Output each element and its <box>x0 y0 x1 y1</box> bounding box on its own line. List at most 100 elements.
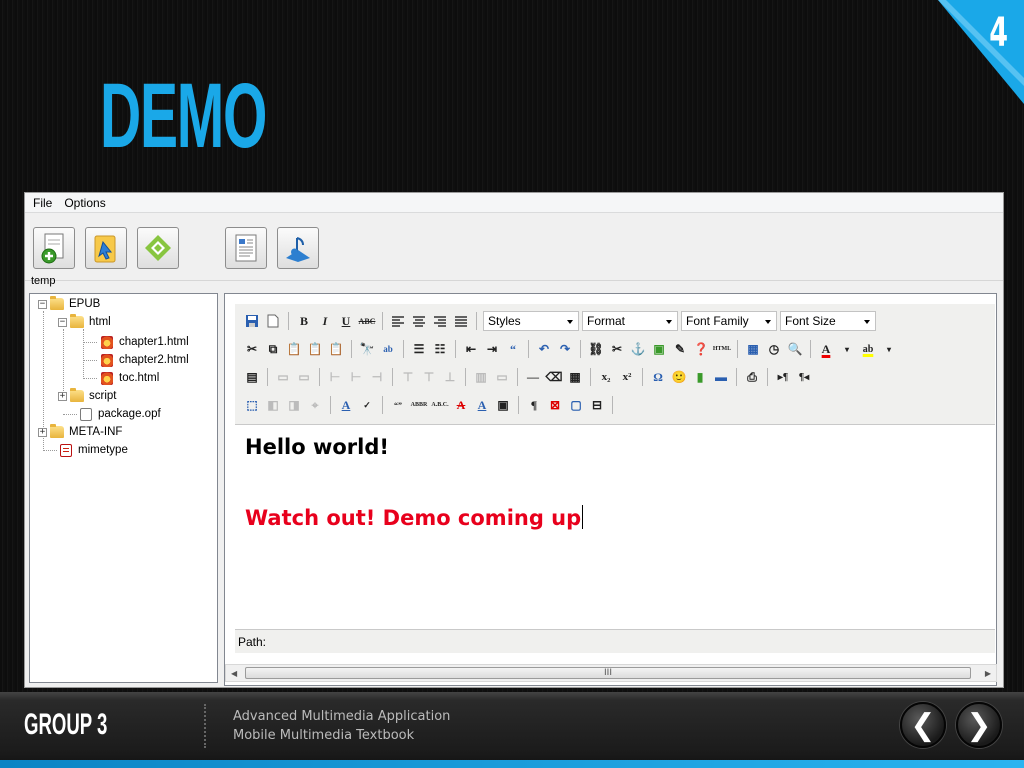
justify-icon[interactable] <box>452 312 470 330</box>
add-page-button[interactable] <box>33 227 75 269</box>
unlink-icon[interactable]: ✂ <box>608 340 626 358</box>
attributes-icon[interactable]: ▣ <box>494 396 512 414</box>
tree-node-chapter2[interactable]: chapter2.html <box>101 352 189 368</box>
template-icon[interactable]: ▢ <box>567 396 585 414</box>
text-caret <box>582 505 584 529</box>
paste-text-icon[interactable]: 📋 <box>306 340 324 358</box>
expand-icon[interactable]: + <box>38 427 47 437</box>
font-family-select[interactable]: Font Family <box>681 311 777 331</box>
superscript-icon[interactable]: x² <box>618 368 636 386</box>
insert-date-icon[interactable]: ▦ <box>744 340 762 358</box>
editor-content[interactable]: Hello world! Watch out! Demo coming up <box>235 424 995 629</box>
chevron-down-icon[interactable]: ▾ <box>838 340 856 358</box>
styles-select[interactable]: Styles <box>483 311 579 331</box>
outdent-icon[interactable]: ⇤ <box>462 340 480 358</box>
replace-icon[interactable]: ab <box>379 340 397 358</box>
spellcheck-icon[interactable]: ✓ <box>358 396 376 414</box>
special-char-icon[interactable]: Ω <box>649 368 667 386</box>
insertion-icon[interactable]: A <box>473 396 491 414</box>
cut-icon[interactable]: ✂ <box>243 340 261 358</box>
acronym-icon[interactable]: A.B.C. <box>431 396 449 414</box>
text-color-icon[interactable]: A <box>817 340 835 358</box>
course-name: Advanced Multimedia Application <box>233 709 451 724</box>
strikethrough-icon[interactable]: ABC <box>358 312 376 330</box>
link-icon[interactable]: ⛓ <box>587 340 605 358</box>
deletion-icon[interactable]: A <box>452 396 470 414</box>
font-size-select[interactable]: Font Size <box>780 311 876 331</box>
audio-button[interactable] <box>277 227 319 269</box>
preview-icon[interactable]: 🔍 <box>786 340 804 358</box>
show-blocks-icon[interactable]: ¶ <box>525 396 543 414</box>
tree-node-meta-inf[interactable]: + META-INF <box>38 424 122 440</box>
open-folder-button[interactable] <box>85 227 127 269</box>
next-slide-button[interactable]: ❯ <box>956 702 1002 748</box>
epub-button[interactable] <box>137 227 179 269</box>
prev-slide-button[interactable]: ❮ <box>900 702 946 748</box>
tree-node-epub[interactable]: − EPUB <box>38 296 100 312</box>
blockquote-icon[interactable]: “ <box>504 340 522 358</box>
page-break-icon[interactable]: ⊟ <box>588 396 606 414</box>
highlight-color-icon[interactable]: ab <box>859 340 877 358</box>
tree-node-chapter1[interactable]: chapter1.html <box>101 334 189 350</box>
tree-node-toc[interactable]: toc.html <box>101 370 159 386</box>
table-icon[interactable]: ▤ <box>243 368 261 386</box>
cleanup-icon[interactable]: ✎ <box>671 340 689 358</box>
cite-icon[interactable]: “” <box>389 396 407 414</box>
chevron-right-icon: ❯ <box>966 707 992 743</box>
non-breaking-icon[interactable]: ⊠ <box>546 396 564 414</box>
save-icon[interactable] <box>243 312 261 330</box>
media-icon[interactable]: ▮ <box>691 368 709 386</box>
paste-icon[interactable]: 📋 <box>285 340 303 358</box>
tree-node-mimetype[interactable]: mimetype <box>60 442 128 458</box>
insert-layer-icon[interactable]: ⬚ <box>243 396 261 414</box>
scroll-thumb[interactable]: III <box>245 667 971 679</box>
new-document-icon[interactable] <box>264 312 282 330</box>
help-icon[interactable]: ❓ <box>692 340 710 358</box>
format-select[interactable]: Format <box>582 311 678 331</box>
indent-icon[interactable]: ⇥ <box>483 340 501 358</box>
remove-format-icon[interactable]: ⌫ <box>545 368 563 386</box>
find-icon[interactable]: 🔭 <box>358 340 376 358</box>
underline-icon[interactable]: U <box>337 312 355 330</box>
insert-time-icon[interactable]: ◷ <box>765 340 783 358</box>
bold-icon[interactable]: B <box>295 312 313 330</box>
col-after-icon: ⊤ <box>423 369 435 384</box>
abbr-icon[interactable]: ABBR <box>410 396 428 414</box>
emoticon-icon[interactable]: 🙂 <box>670 368 688 386</box>
align-right-icon[interactable] <box>431 312 449 330</box>
menu-file[interactable]: File <box>33 196 52 210</box>
menu-options[interactable]: Options <box>64 196 105 210</box>
undo-icon[interactable]: ↶ <box>535 340 553 358</box>
align-center-icon[interactable] <box>410 312 428 330</box>
advanced-hr-icon[interactable]: ▬ <box>712 368 730 386</box>
horizontal-rule-icon[interactable]: — <box>524 368 542 386</box>
tree-node-script[interactable]: + script <box>58 388 116 404</box>
scroll-right-icon[interactable]: ▶ <box>985 669 991 678</box>
tree-node-html[interactable]: − html <box>58 314 111 330</box>
numbered-list-icon[interactable]: ☷ <box>431 340 449 358</box>
anchor-icon[interactable]: ⚓ <box>629 340 647 358</box>
print-icon[interactable]: ⎙ <box>743 368 761 386</box>
scroll-left-icon[interactable]: ◀ <box>231 669 237 678</box>
collapse-icon[interactable]: − <box>38 299 47 309</box>
tree-node-package[interactable]: package.opf <box>80 406 161 422</box>
style-props-icon[interactable]: A <box>337 396 355 414</box>
redo-icon[interactable]: ↷ <box>556 340 574 358</box>
rtl-icon[interactable]: ¶◂ <box>795 368 813 386</box>
paste-word-icon[interactable]: 📋 <box>327 340 345 358</box>
chevron-left-icon: ❮ <box>910 707 936 743</box>
horizontal-scrollbar[interactable]: ◀ III ▶ <box>225 664 997 682</box>
image-icon[interactable]: ▣ <box>650 340 668 358</box>
visual-aid-icon[interactable]: ▦ <box>566 368 584 386</box>
bullet-list-icon[interactable]: ☰ <box>410 340 428 358</box>
document-button[interactable] <box>225 227 267 269</box>
html-source-icon[interactable]: HTML <box>713 340 731 358</box>
ltr-icon[interactable]: ▸¶ <box>774 368 792 386</box>
chevron-down-icon[interactable]: ▾ <box>880 340 898 358</box>
italic-icon[interactable]: I <box>316 312 334 330</box>
copy-icon[interactable]: ⧉ <box>264 340 282 358</box>
align-left-icon[interactable] <box>389 312 407 330</box>
collapse-icon[interactable]: − <box>58 317 67 327</box>
expand-icon[interactable]: + <box>58 391 67 401</box>
subscript-icon[interactable]: x₂ <box>597 368 615 386</box>
